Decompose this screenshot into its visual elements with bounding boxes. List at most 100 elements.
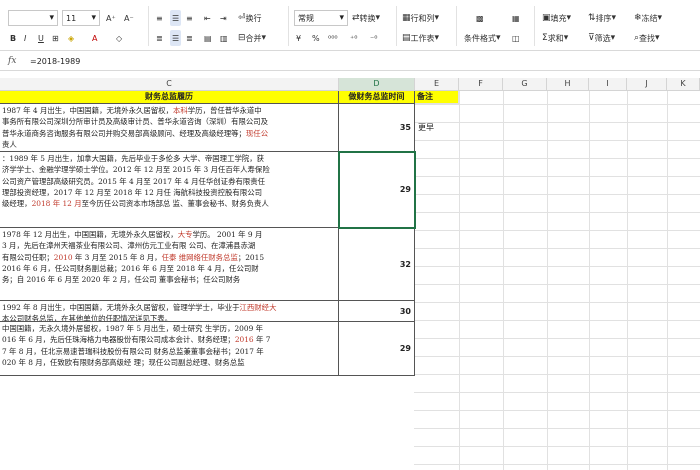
resume-text: 016 年 6 月，先后任珠海格力电器股份有限公司成本会计、财务经理；: [2, 335, 235, 345]
font-name-dropdown[interactable]: ▾: [8, 10, 58, 26]
find-button[interactable]: ⌕ 查找 ▾: [634, 30, 660, 46]
eraser-icon[interactable]: ◇: [116, 30, 122, 46]
tenure-value-cell[interactable]: 29: [339, 322, 415, 376]
fx-icon[interactable]: fx: [8, 56, 16, 66]
resume-text: 年 3 月至 2015 年 8 月，: [72, 252, 162, 262]
resume-text: 2016 年 6 月，任公司财务副总裁；2016 年 6 月至 2018 年 4…: [2, 263, 259, 273]
resume-cell[interactable]: 1978 年 12 月出生，中国国籍，无境外永久居留权，大专学历。 2001 年…: [0, 228, 339, 301]
tenure-value-cell[interactable]: 35: [339, 104, 415, 152]
italic-button[interactable]: I: [24, 30, 26, 46]
formula-input[interactable]: =2018-1989: [30, 57, 80, 66]
freeze-button[interactable]: ❄ 冻结 ▾: [634, 10, 662, 26]
column-header-f[interactable]: F: [459, 78, 503, 91]
justify-icon[interactable]: ▤: [204, 30, 212, 46]
gridline: [414, 356, 700, 357]
gridline: [627, 91, 628, 470]
column-header-c[interactable]: C: [0, 78, 339, 91]
column-header-e[interactable]: E: [415, 78, 459, 91]
tenure-value-cell[interactable]: 32: [339, 228, 415, 301]
resume-line: 1987 年 4 月出生，中国国籍，无境外永久居留权，本科学历，曾任普华永道中: [2, 105, 338, 116]
resume-cell[interactable]: ：1989 年 5 月出生，加拿大国籍，先后毕业于多伦多 大学、帝国理工学院，获…: [0, 152, 339, 228]
align-middle-icon[interactable]: ☰: [170, 10, 182, 26]
indent-increase-icon[interactable]: ⇥: [220, 10, 227, 26]
align-center-icon[interactable]: ☰: [170, 30, 182, 46]
column-header-h[interactable]: H: [547, 78, 589, 91]
indent-decrease-icon[interactable]: ⇤: [204, 10, 211, 26]
number-format-dropdown[interactable]: 常规 ▾: [294, 10, 348, 26]
gridline: [414, 194, 700, 195]
column-header-i[interactable]: I: [589, 78, 627, 91]
bold-button[interactable]: B: [10, 30, 16, 46]
merge-button[interactable]: ⊟ 合并 ▾: [238, 30, 266, 46]
resume-line: 7 年 8 月，任北京易速普瑞科技股份有限公司 财务总监兼董事会秘书；2017 …: [2, 346, 338, 357]
header-cell-c[interactable]: 财务总监履历: [0, 91, 339, 104]
gridline: [414, 446, 700, 447]
gridline: [414, 140, 700, 141]
decimal-increase-icon[interactable]: ⁺⁰: [350, 30, 357, 46]
resume-text: 学历，曾任普华永道中: [187, 106, 262, 115]
underline-button[interactable]: U: [38, 30, 44, 46]
resume-line: 2016 年 6 月，任公司财务副总裁；2016 年 6 月至 2018 年 4…: [2, 263, 338, 274]
header-cell-e[interactable]: 备注: [415, 91, 459, 104]
column-header-g[interactable]: G: [503, 78, 547, 91]
gridline: [414, 230, 700, 231]
column-header-d[interactable]: D: [339, 78, 415, 91]
align-left-icon[interactable]: ≣: [156, 30, 163, 46]
wrap-text-button[interactable]: ⏎ 换行: [238, 10, 262, 26]
resume-line: 责人: [2, 139, 338, 150]
gridline: [414, 338, 700, 339]
cell-style-icon[interactable]: ◫: [512, 30, 520, 46]
header-cell-d[interactable]: 做财务总监时间: [339, 91, 415, 104]
column-header-k[interactable]: K: [667, 78, 700, 91]
align-top-icon[interactable]: ≡: [156, 10, 163, 26]
chevron-down-icon: ▾: [496, 33, 501, 43]
resume-text: 7 年 8 月，任北京易速普瑞科技股份有限公司 财务总监兼董事会秘书；2017 …: [2, 346, 264, 356]
font-shrink-button[interactable]: A⁻: [124, 10, 134, 26]
active-cell-selection[interactable]: [338, 151, 416, 229]
resume-line: 理部投资经理，2017 年 12 月至 2018 年 12 月任 海航科技投资控…: [2, 187, 338, 198]
sum-button[interactable]: Σ 求和 ▾: [542, 30, 568, 46]
resume-text: 理部投资经理，2017 年 12 月至 2018 年 12 月任 海航科技投资控…: [2, 187, 262, 197]
column-header-j[interactable]: J: [627, 78, 667, 91]
resume-line: ：1989 年 5 月出生，加拿大国籍，先后毕业于多伦多 大学、帝国理工学院，获: [2, 153, 338, 164]
rows-cols-icon: ▦: [402, 13, 411, 23]
font-color-icon[interactable]: A: [92, 30, 97, 46]
chevron-down-icon: ▾: [91, 13, 96, 23]
decimal-decrease-icon[interactable]: ⁻⁰: [370, 30, 377, 46]
currency-icon[interactable]: ¥: [296, 30, 301, 46]
formula-bar: fx =2018-1989: [0, 55, 700, 71]
gridline: [414, 266, 700, 267]
note-cell[interactable]: 更早: [418, 122, 434, 133]
resume-text: 济学学士、金融学理学硕士学位。2012 年 12 月至 2015 年 3 月任百…: [2, 165, 270, 175]
resume-text: 级经理，: [2, 199, 32, 209]
gridline: [547, 91, 548, 470]
distribute-icon[interactable]: ▥: [220, 30, 228, 46]
font-size-dropdown[interactable]: 11 ▾: [62, 10, 100, 26]
percent-icon[interactable]: %: [312, 30, 320, 46]
table-style-icon[interactable]: ▦: [512, 10, 520, 26]
border-icon[interactable]: ⊞: [52, 30, 59, 46]
sort-button[interactable]: ⇅ 排序 ▾: [588, 10, 616, 26]
resume-text: 1992 年 8 月出生，中国国籍，无境外永久居留权，管理学学士，毕业于: [2, 303, 240, 312]
filter-button[interactable]: ⊽ 筛选 ▾: [588, 30, 615, 46]
resume-cell[interactable]: 1987 年 4 月出生，中国国籍，无境外永久居留权，本科学历，曾任普华永道中事…: [0, 104, 339, 152]
thousands-icon[interactable]: ⁰⁰⁰: [328, 30, 338, 46]
fill-color-icon[interactable]: ◈: [68, 30, 74, 46]
resume-cell[interactable]: 1992 年 8 月出生，中国国籍，无境外永久居留权，管理学学士，毕业于江西财经…: [0, 301, 339, 322]
rows-cols-button[interactable]: ▦ 行和列 ▾: [402, 10, 439, 26]
align-bottom-icon[interactable]: ≡: [186, 10, 193, 26]
resume-cell[interactable]: 中国国籍，无永久境外居留权，1987 年 5 月出生，硕士研究 生学历，2009…: [0, 322, 339, 376]
cond-format-button[interactable]: 条件格式 ▾: [464, 30, 501, 46]
wrap-icon: ⏎: [238, 13, 246, 23]
gridline: [414, 248, 700, 249]
highlight-text: 大专: [177, 230, 193, 239]
font-grow-button[interactable]: A⁺: [106, 10, 116, 26]
tenure-value-cell[interactable]: 30: [339, 301, 415, 322]
convert-button[interactable]: ⇄ 转换 ▾: [352, 10, 380, 26]
cond-format-icon[interactable]: ▩: [476, 10, 484, 26]
align-right-icon[interactable]: ≣: [186, 30, 193, 46]
highlight-text: 任泰 维网络任财务总监: [161, 252, 238, 262]
fill-button[interactable]: ▣ 填充 ▾: [542, 10, 571, 26]
highlight-text: 2018 年 12 月: [31, 199, 82, 209]
worksheet-button[interactable]: ▤ 工作表 ▾: [402, 30, 439, 46]
